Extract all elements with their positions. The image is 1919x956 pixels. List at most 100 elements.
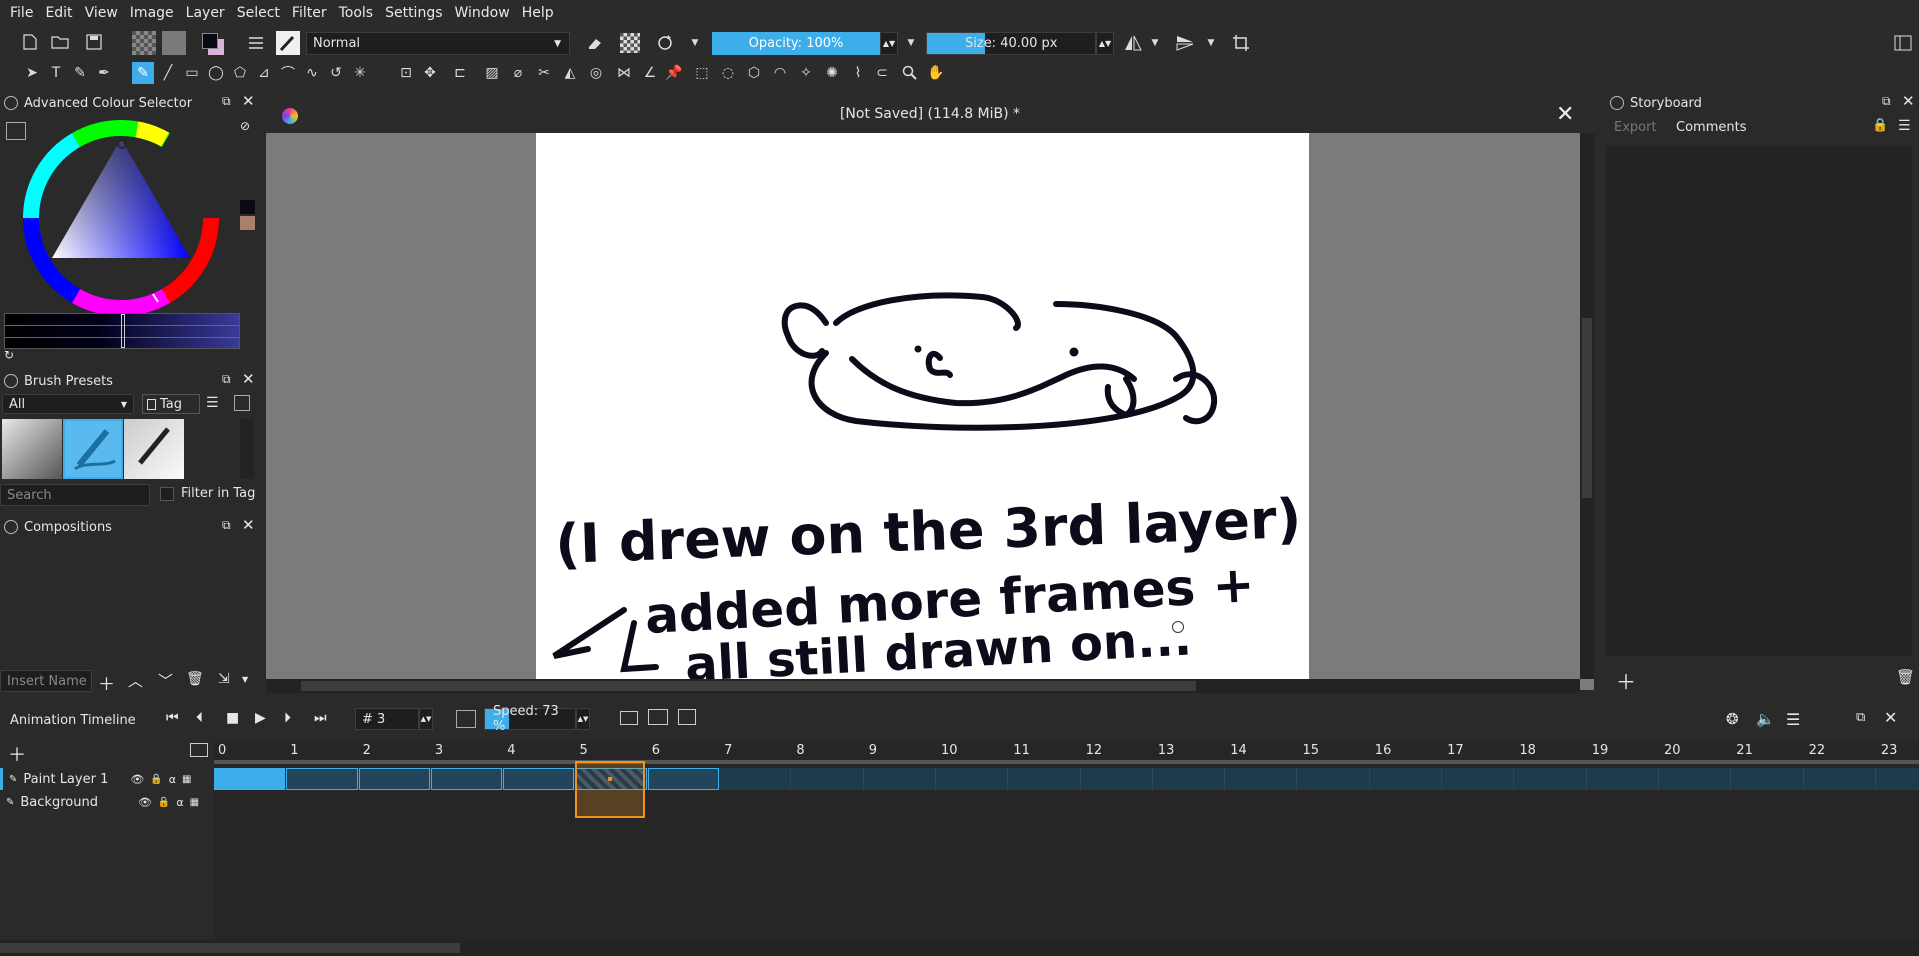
blend-mode-select[interactable]: Normal ▼: [306, 32, 570, 55]
brush-preview-icon[interactable]: [276, 31, 300, 55]
measure-tool-icon[interactable]: ∠: [640, 63, 660, 83]
menu-tools[interactable]: Tools: [333, 5, 380, 21]
float-docker-icon[interactable]: ⧉: [222, 94, 231, 109]
lock-icon[interactable]: 🔒: [1872, 118, 1888, 133]
speed-slider[interactable]: Speed: 73 %: [484, 704, 576, 734]
workspace-icon[interactable]: [1892, 33, 1914, 53]
alpha-lock-icon[interactable]: α: [169, 773, 176, 786]
pin-layer-icon[interactable]: [190, 743, 208, 757]
storyboard-list[interactable]: [1606, 146, 1912, 656]
refresh-icon[interactable]: ↻: [4, 348, 14, 362]
onion-skin-icon[interactable]: ❂: [1726, 710, 1739, 728]
drawing-canvas[interactable]: (I drew on the 3rd layer) added more fra…: [536, 133, 1309, 679]
contiguous-select-icon[interactable]: ✧: [796, 63, 816, 83]
assistant-tool-icon[interactable]: ⋈: [614, 63, 634, 83]
add-scene-icon[interactable]: ＋: [1616, 666, 1636, 695]
frame-cell[interactable]: [1805, 768, 1876, 790]
canvas-horizontal-scrollbar[interactable]: [266, 679, 1580, 693]
smart-patch-icon[interactable]: ✂: [534, 63, 554, 83]
lock-icon[interactable]: 🔒: [150, 774, 162, 785]
close-icon[interactable]: ✕: [242, 516, 255, 534]
add-icon[interactable]: ＋: [98, 670, 115, 695]
move-down-icon[interactable]: ﹀: [158, 670, 173, 691]
view-options-icon[interactable]: ☰: [1898, 118, 1911, 134]
opacity-spin[interactable]: ▲▼: [880, 32, 898, 55]
close-icon[interactable]: ✕: [1902, 92, 1915, 110]
frames-row-paint-layer-1[interactable]: [214, 768, 1919, 790]
drop-frames-icon[interactable]: [456, 710, 476, 728]
colour-wheel[interactable]: [22, 119, 220, 317]
fg-bg-colour-icon[interactable]: [200, 31, 226, 57]
float-docker-icon[interactable]: ⧉: [222, 372, 231, 387]
new-document-icon[interactable]: [20, 32, 40, 52]
chevron-down-icon[interactable]: ▼: [242, 675, 248, 684]
magnetic-select-icon[interactable]: ⊂: [872, 63, 892, 83]
docker-lock-icon[interactable]: [4, 520, 18, 534]
layer-row-paint-layer-1[interactable]: ✎ Paint Layer 1 👁 🔒 α ▦: [0, 768, 214, 790]
gradient-pattern-icon[interactable]: [132, 31, 156, 55]
colour-sliders[interactable]: [4, 313, 240, 349]
opacity-slider[interactable]: Opacity: 100%: [712, 32, 880, 55]
float-docker-icon[interactable]: ⧉: [1882, 94, 1891, 109]
frame-cell[interactable]: [792, 768, 864, 790]
speed-spin[interactable]: ▲▼: [576, 708, 590, 730]
visibility-icon[interactable]: 👁: [130, 773, 144, 786]
canvas-vertical-scrollbar[interactable]: [1580, 133, 1594, 679]
bezier-select-icon[interactable]: ⌇: [848, 63, 868, 83]
frame-cell[interactable]: [1371, 768, 1443, 790]
similar-select-icon[interactable]: ✺: [822, 63, 842, 83]
frame-cell[interactable]: [1588, 768, 1659, 790]
menu-select[interactable]: Select: [231, 5, 286, 21]
menu-settings[interactable]: Settings: [379, 5, 448, 21]
pattern-swatch-icon[interactable]: [162, 31, 186, 55]
chevron-down-icon[interactable]: ▼: [1148, 36, 1162, 50]
size-spin[interactable]: ▲▼: [1096, 32, 1114, 55]
save-icon[interactable]: [84, 32, 104, 52]
ellipse-tool-icon[interactable]: ◯: [206, 63, 226, 83]
frame-cell[interactable]: [214, 768, 286, 790]
alpha-lock-icon[interactable]: α: [176, 796, 183, 809]
add-layer-icon[interactable]: ＋: [8, 741, 26, 767]
transform-tool-icon[interactable]: ⊡: [396, 63, 416, 83]
pan-tool-icon[interactable]: ✋: [926, 63, 946, 83]
timeline-menu-icon[interactable]: ☰: [1786, 710, 1800, 729]
docker-lock-icon[interactable]: [4, 96, 18, 110]
eraser-icon[interactable]: [584, 33, 604, 53]
frame-cell[interactable]: [720, 768, 792, 790]
export-icon[interactable]: ⇲: [218, 671, 230, 687]
brush-preset-scrollbar[interactable]: [240, 419, 254, 479]
close-icon[interactable]: ✕: [1884, 708, 1897, 727]
multibrush-icon[interactable]: ✳: [350, 63, 370, 83]
timeline-horizontal-scrollbar[interactable]: [0, 940, 1919, 956]
freehand-path-icon[interactable]: ∿: [302, 63, 322, 83]
brush-preset-tile[interactable]: [124, 419, 184, 479]
add-keyframe-icon[interactable]: [620, 711, 638, 725]
clear-colours-icon[interactable]: ⊘: [240, 119, 250, 133]
rectangle-tool-icon[interactable]: ▭: [182, 63, 202, 83]
frame-cell[interactable]: [1082, 768, 1153, 790]
chevron-down-icon[interactable]: ▼: [904, 36, 918, 50]
filter-in-tag-checkbox[interactable]: [160, 487, 174, 501]
composition-name-input[interactable]: Insert Name: [0, 670, 92, 692]
docker-lock-icon[interactable]: [1610, 96, 1624, 110]
next-frame-icon[interactable]: ⏵: [284, 710, 291, 726]
delete-icon[interactable]: 🗑: [1896, 668, 1915, 686]
onion-skin-toggle-icon[interactable]: ▦: [182, 774, 191, 785]
comments-menu[interactable]: Comments: [1676, 120, 1746, 135]
menu-image[interactable]: Image: [124, 5, 180, 21]
size-slider[interactable]: Size: 40.00 px: [926, 32, 1096, 55]
delete-icon[interactable]: 🗑: [186, 671, 204, 687]
last-frame-icon[interactable]: ⏭: [314, 710, 327, 726]
line-tool-icon[interactable]: ╱: [158, 63, 178, 83]
view-list-icon[interactable]: ☰: [206, 395, 219, 411]
gradient-tool-icon[interactable]: ▨: [482, 63, 502, 83]
close-icon[interactable]: ✕: [242, 92, 255, 110]
polyline-tool-icon[interactable]: ⊿: [254, 63, 274, 83]
fill-tool-icon[interactable]: ◭: [560, 63, 580, 83]
frame-cell[interactable]: [1154, 768, 1226, 790]
chevron-down-icon[interactable]: ▼: [688, 36, 702, 50]
frame-number-input[interactable]: # 3: [355, 708, 419, 730]
move-up-icon[interactable]: ︿: [128, 670, 143, 691]
close-icon[interactable]: ✕: [1556, 102, 1574, 127]
remove-keyframe-icon[interactable]: [678, 709, 696, 725]
